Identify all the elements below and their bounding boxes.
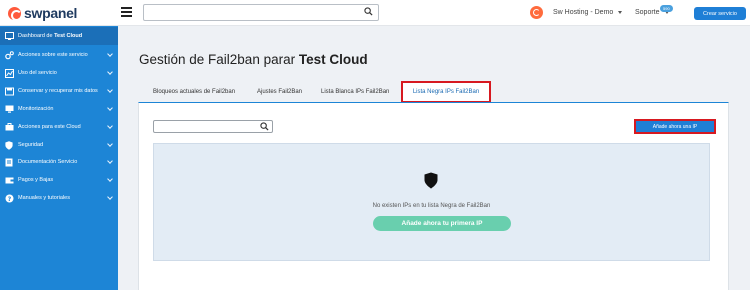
support-label: Soporte xyxy=(635,9,660,16)
sidebar-item-label: Dashboard de xyxy=(18,33,55,39)
shield-icon xyxy=(424,172,438,189)
sidebar-item-label: Uso del servicio xyxy=(18,70,57,76)
page-title-service: Test Cloud xyxy=(298,52,368,67)
create-service-button[interactable]: Crear servicio xyxy=(694,7,746,20)
sidebar-item-label: Pagos y Bajas xyxy=(18,177,54,183)
sidebar-item-label: Manuales y tutoriales xyxy=(18,195,70,201)
empty-state-message: No existen IPs en tu lista Negra de Fail… xyxy=(372,203,491,209)
add-ip-button[interactable]: Añade ahora una IP xyxy=(634,119,716,134)
logo-text: swpanel xyxy=(24,5,78,21)
search-icon[interactable] xyxy=(364,7,373,16)
svg-text:?: ? xyxy=(7,195,11,202)
chevron-down-icon xyxy=(107,87,113,93)
sidebar-item-label: Conservar y recuperar mis datos xyxy=(18,88,98,94)
empty-state-box xyxy=(153,143,710,261)
sidebar-item-label: Monitorización xyxy=(18,106,54,112)
dashboard-icon xyxy=(4,31,14,41)
top-header: swpanel Sw Hosting - Demo Soporte 590 Cr… xyxy=(0,0,750,26)
tab-current-blocks[interactable]: Bloqueos actuales de Fail2ban xyxy=(153,82,235,102)
sidebar-item-label-bold: Test Cloud xyxy=(54,33,83,39)
toolbox-icon xyxy=(4,122,14,132)
chevron-down-icon xyxy=(107,105,113,111)
swpanel-logo-icon xyxy=(8,6,22,21)
chevron-down-icon xyxy=(107,141,113,147)
sidebar-item-manuals[interactable]: ? Manuales y tutoriales xyxy=(0,189,118,207)
sidebar-item-payments[interactable]: Pagos y Bajas xyxy=(0,171,118,189)
sidebar-item-dashboard[interactable]: Dashboard de Test Cloud xyxy=(0,27,118,45)
tab-blacklist[interactable]: Lista Negra IPs Fail2Ban xyxy=(401,81,491,103)
help-icon: ? xyxy=(4,193,14,203)
menu-toggle-icon[interactable] xyxy=(121,7,132,17)
logo[interactable]: swpanel xyxy=(8,4,77,22)
sidebar-item-label: Acciones sobre este servicio xyxy=(18,52,88,58)
account-name: Sw Hosting - Demo xyxy=(553,9,614,16)
sidebar-item-actions[interactable]: Acciones sobre este servicio xyxy=(0,46,118,64)
search-icon[interactable] xyxy=(260,122,269,131)
chevron-down-icon xyxy=(107,123,113,129)
shield-icon xyxy=(4,140,14,150)
sidebar-item-usage[interactable]: Uso del servicio xyxy=(0,64,118,82)
chevron-down-icon xyxy=(107,176,113,182)
page-title-prefix: Gestión de Fail2ban parar xyxy=(139,52,299,67)
sidebar-item-monitoring[interactable]: Monitorización xyxy=(0,100,118,118)
support-badge: 590 xyxy=(660,5,673,12)
tab-whitelist[interactable]: Lista Blanca IPs Fail2Ban xyxy=(321,82,389,102)
sidebar-item-label: Acciones para este Cloud xyxy=(18,124,81,130)
tab-settings[interactable]: Ajustes Fail2Ban xyxy=(257,82,302,102)
monitor-icon xyxy=(4,104,14,114)
account-menu[interactable]: Sw Hosting - Demo xyxy=(530,6,623,19)
support-menu[interactable]: Soporte 590 xyxy=(635,5,673,16)
chart-icon xyxy=(4,68,14,78)
wallet-icon xyxy=(4,175,14,185)
blacklist-search-input[interactable] xyxy=(153,120,273,133)
backup-icon xyxy=(4,86,14,96)
global-search-input[interactable] xyxy=(143,4,379,21)
chevron-down-icon xyxy=(618,11,623,14)
chevron-down-icon xyxy=(107,194,113,200)
sidebar-item-label: Seguridad xyxy=(18,142,44,148)
sidebar-item-label: Documentación Servicio xyxy=(18,159,78,165)
page-title: Gestión de Fail2ban parar Test Cloud xyxy=(139,52,368,67)
sidebar-item-cloud-actions[interactable]: Acciones para este Cloud xyxy=(0,118,118,136)
sidebar: Dashboard de Test Cloud Acciones sobre e… xyxy=(0,26,118,290)
chevron-down-icon xyxy=(107,51,113,57)
sidebar-item-backup[interactable]: Conservar y recuperar mis datos xyxy=(0,82,118,100)
sidebar-item-security[interactable]: Seguridad xyxy=(0,136,118,154)
document-icon xyxy=(4,157,14,167)
add-first-ip-button[interactable]: Añade ahora tu primera IP xyxy=(373,216,511,231)
chevron-down-icon xyxy=(107,158,113,164)
gears-icon xyxy=(4,50,14,60)
sidebar-item-docs[interactable]: Documentación Servicio xyxy=(0,153,118,171)
avatar xyxy=(530,6,543,19)
chevron-down-icon xyxy=(107,69,113,75)
